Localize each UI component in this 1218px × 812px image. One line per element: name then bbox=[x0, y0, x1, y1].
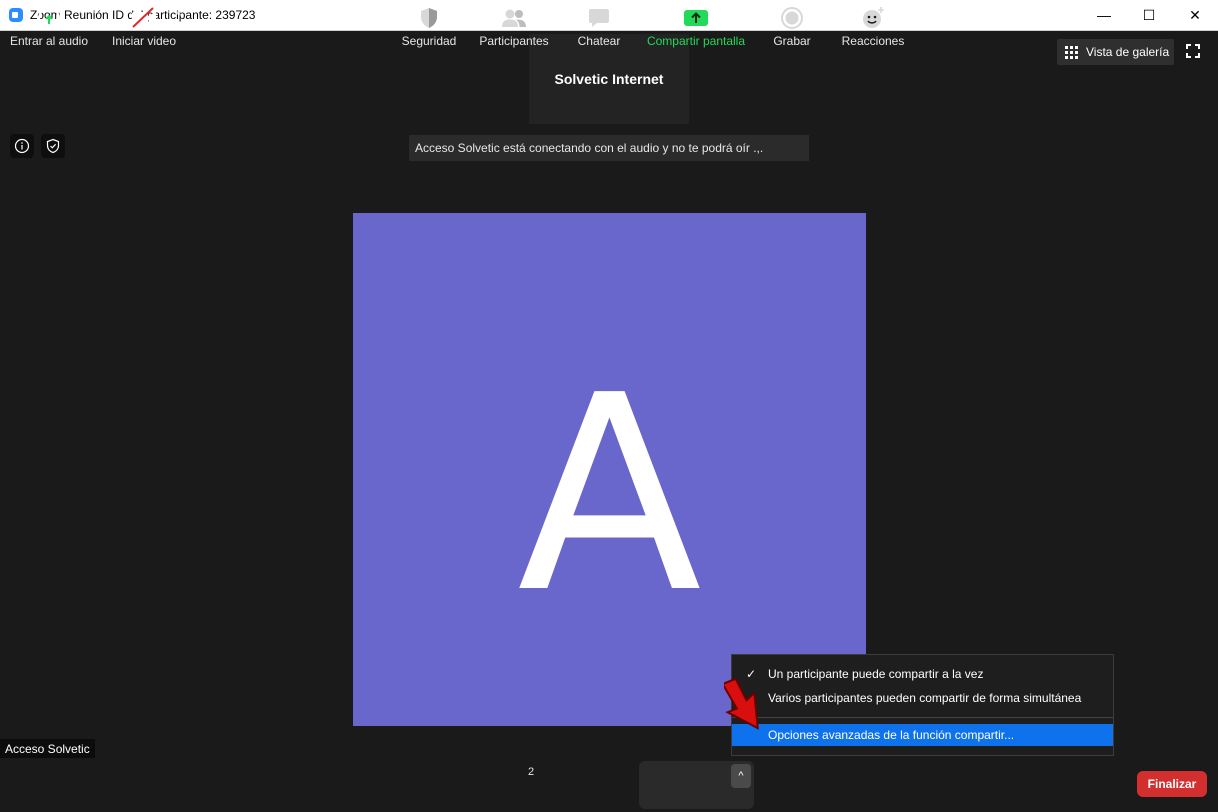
share-screen-icon bbox=[684, 10, 708, 26]
gallery-view-button[interactable]: Vista de galería bbox=[1057, 39, 1174, 65]
avatar-letter: A bbox=[517, 337, 702, 652]
video-options-caret[interactable]: ^ bbox=[176, 10, 181, 22]
chat-icon bbox=[589, 9, 609, 27]
menu-divider bbox=[732, 717, 1113, 718]
participant-avatar: A bbox=[353, 213, 866, 726]
share-screen-label: Compartir pantalla bbox=[646, 34, 746, 48]
headphones-icon bbox=[38, 7, 60, 28]
record-label: Grabar bbox=[773, 34, 811, 48]
grid-icon bbox=[1065, 45, 1078, 59]
join-audio-button[interactable]: Entrar al audio bbox=[8, 0, 90, 54]
participants-label: Participantes bbox=[479, 34, 549, 48]
gallery-view-label: Vista de galería bbox=[1086, 45, 1170, 59]
audio-connecting-notice: Acceso Solvetic está conectando con el a… bbox=[409, 135, 809, 161]
share-screen-button[interactable]: Compartir pantalla bbox=[642, 0, 750, 54]
menu-item-label: Un participante puede compartir a la vez bbox=[768, 667, 984, 681]
record-button[interactable]: Grabar bbox=[766, 0, 818, 54]
participants-count-badge: 2 bbox=[528, 766, 535, 778]
info-icon bbox=[14, 138, 30, 154]
participants-button[interactable]: Participantes bbox=[477, 0, 551, 54]
close-button[interactable]: ✕ bbox=[1172, 0, 1218, 30]
reactions-button[interactable]: Reacciones bbox=[838, 0, 908, 54]
fullscreen-icon[interactable] bbox=[1186, 44, 1200, 58]
menu-item-multiple-participants[interactable]: Varios participantes pueden compartir de… bbox=[732, 687, 1113, 709]
encryption-button[interactable] bbox=[41, 134, 65, 158]
meeting-toolbar bbox=[0, 758, 1218, 812]
share-options-menu: ✓ Un participante puede compartir a la v… bbox=[731, 654, 1114, 756]
chat-label: Chatear bbox=[577, 34, 621, 48]
record-icon bbox=[781, 7, 803, 29]
join-audio-label: Entrar al audio bbox=[9, 34, 89, 48]
minimize-button[interactable]: — bbox=[1081, 0, 1127, 30]
audio-options-caret[interactable]: ^ bbox=[78, 10, 83, 22]
meeting-info-button[interactable] bbox=[10, 134, 34, 158]
video-off-icon bbox=[132, 7, 156, 28]
menu-item-label: Varios participantes pueden compartir de… bbox=[768, 691, 1082, 705]
security-label: Seguridad bbox=[401, 34, 457, 48]
speaker-name: Solvetic Internet bbox=[554, 71, 664, 87]
menu-item-one-participant[interactable]: ✓ Un participante puede compartir a la v… bbox=[732, 663, 1113, 685]
start-video-label: Iniciar video bbox=[111, 34, 177, 48]
menu-item-label: Opciones avanzadas de la función compart… bbox=[768, 728, 1015, 742]
reactions-emoji-icon bbox=[863, 7, 884, 28]
share-options-caret[interactable]: ^ bbox=[731, 764, 751, 788]
menu-item-advanced-sharing-options[interactable]: Opciones avanzadas de la función compart… bbox=[732, 724, 1113, 746]
end-meeting-button[interactable]: Finalizar bbox=[1137, 771, 1207, 797]
security-button[interactable]: Seguridad bbox=[398, 0, 460, 54]
chat-button[interactable]: Chatear bbox=[572, 0, 626, 54]
participants-icon bbox=[502, 9, 526, 27]
participant-name-label: Acceso Solvetic bbox=[0, 739, 95, 758]
maximize-button[interactable]: ☐ bbox=[1126, 0, 1172, 30]
reactions-label: Reacciones bbox=[841, 34, 905, 48]
security-shield-icon bbox=[421, 8, 437, 28]
annotation-arrow-icon bbox=[724, 677, 759, 730]
shield-icon bbox=[46, 138, 60, 154]
start-video-button[interactable]: Iniciar video bbox=[107, 0, 181, 54]
